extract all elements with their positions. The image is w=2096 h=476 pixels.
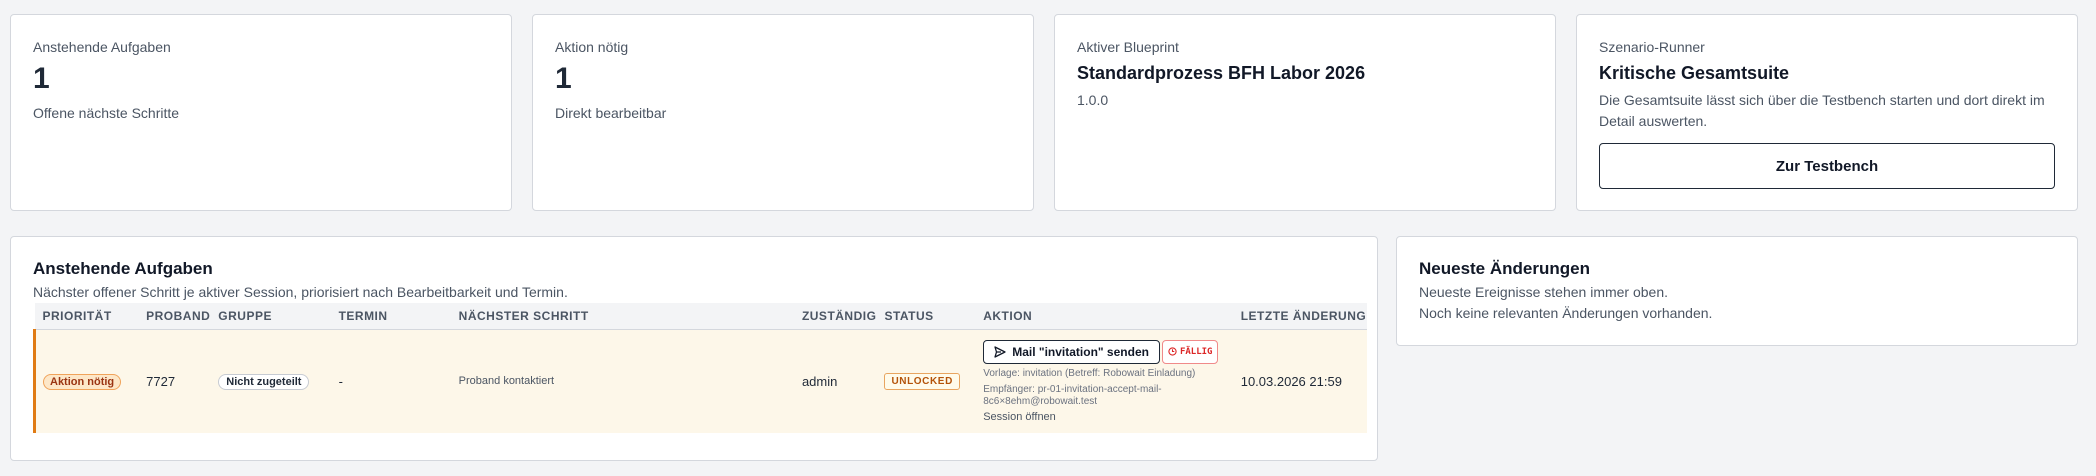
latest-changes-panel: Neueste Änderungen Neueste Ereignisse st… (1396, 236, 2078, 346)
cell-termin: - (338, 373, 343, 389)
group-badge: Nicht zugeteilt (218, 373, 310, 390)
col-status[interactable]: Status (876, 303, 976, 330)
col-next-step[interactable]: Nächster Schritt (450, 303, 794, 330)
changes-line2: Noch keine relevanten Änderungen vorhand… (1419, 305, 1713, 321)
stat-sub: Offene nächste Schritte (33, 105, 180, 121)
blueprint-name: Standardprozess BFH Labor 2026 (1077, 63, 1366, 83)
cell-status: UNLOCKED (876, 329, 975, 433)
col-group[interactable]: Gruppe (210, 303, 331, 330)
cell-action: Mail "invitation" senden FÄLLIG Vorlage:… (975, 329, 1233, 433)
to-testbench-button[interactable]: Zur Testbench (1599, 143, 2055, 189)
recipient-info: Empfänger: pr-01-invitation-accept-mail-… (983, 383, 1162, 407)
changes-title: Neueste Änderungen (1419, 259, 1590, 278)
pending-tasks-panel: Anstehende Aufgaben Nächster offener Sch… (10, 236, 1378, 461)
send-mail-label: Mail "invitation" senden (1012, 344, 1149, 359)
col-action[interactable]: Aktion (975, 303, 1233, 330)
cell-last-change: 10.03.2026 21:59 (1240, 373, 1342, 389)
runner-title: Kritische Gesamtsuite (1599, 63, 1790, 83)
stat-card-action-needed: Aktion nötig 1 Direkt bearbeitbar (532, 14, 1034, 211)
tasks-table: Priorität Proband Gruppe Termin Nächster… (33, 303, 1367, 433)
stat-sub: Direkt bearbeitbar (555, 105, 667, 121)
col-proband[interactable]: Proband (138, 303, 211, 330)
changes-line1: Neueste Ereignisse stehen immer oben. (1419, 284, 1669, 300)
cell-next-step: Proband kontaktiert (458, 375, 555, 388)
table-row[interactable]: Aktion nötig 7727 Nicht zugeteilt - Prob… (33, 329, 1367, 433)
tasks-title: Anstehende Aufgaben (33, 259, 213, 278)
blueprint-card: Aktiver Blueprint Standardprozess BFH La… (1054, 14, 1556, 211)
col-priority[interactable]: Priorität (34, 303, 139, 330)
col-last-change[interactable]: Letzte Änderung (1232, 303, 1367, 330)
cell-priority: Aktion nötig (33, 329, 139, 433)
template-info: Vorlage: invitation (Betreff: Robowait E… (983, 367, 1196, 379)
stat-label: Anstehende Aufgaben (33, 39, 171, 55)
stat-card-pending-tasks: Anstehende Aufgaben 1 Offene nächste Sch… (10, 14, 512, 211)
stat-value: 1 (33, 62, 50, 95)
stat-label: Aktion nötig (555, 39, 629, 55)
open-session-link[interactable]: Session öffnen (983, 411, 1233, 423)
status-badge: UNLOCKED (884, 373, 960, 391)
due-label: FÄLLIG (1179, 346, 1213, 357)
stat-value: 1 (555, 62, 572, 95)
runner-label: Szenario-Runner (1599, 39, 1705, 55)
table-header-row: Priorität Proband Gruppe Termin Nächster… (34, 303, 1367, 330)
due-badge: FÄLLIG (1161, 339, 1219, 364)
col-termin[interactable]: Termin (330, 303, 451, 330)
runner-description: Die Gesamtsuite lässt sich über die Test… (1599, 92, 2045, 129)
clock-icon (1168, 347, 1177, 356)
scenario-runner-card: Szenario-Runner Kritische Gesamtsuite Di… (1576, 14, 2078, 211)
tasks-subtitle: Nächster offener Schritt je aktiver Sess… (33, 284, 568, 300)
send-mail-button[interactable]: Mail "invitation" senden (983, 339, 1160, 364)
cell-group: Nicht zugeteilt (210, 329, 330, 433)
priority-badge: Aktion nötig (43, 373, 122, 390)
cell-proband: 7727 (146, 373, 176, 389)
cell-assignee: admin (801, 373, 838, 389)
col-assignee[interactable]: Zuständig (793, 303, 877, 330)
blueprint-label: Aktiver Blueprint (1077, 39, 1179, 55)
send-icon (994, 346, 1006, 358)
blueprint-version: 1.0.0 (1077, 92, 1109, 108)
